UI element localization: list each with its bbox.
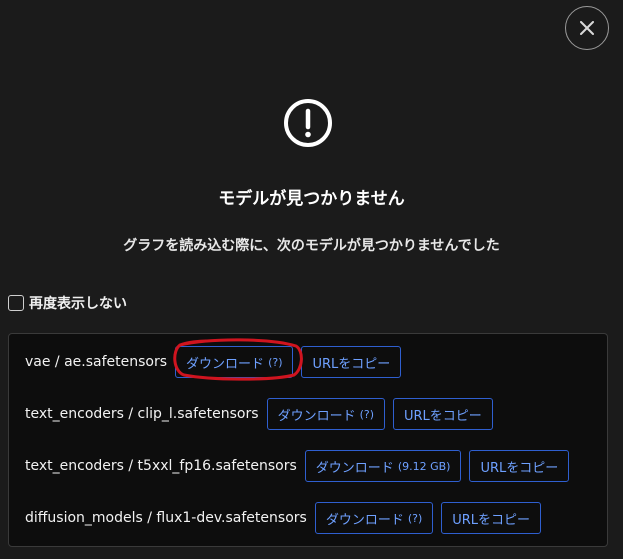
download-label: ダウンロード [325, 512, 404, 528]
download-size: (?) [407, 511, 423, 525]
dialog-subtitle: グラフを読み込む際に、次のモデルが見つかりませんでした [123, 238, 500, 254]
download-button[interactable]: ダウンロード (?) [175, 346, 294, 378]
close-button[interactable] [565, 6, 609, 50]
model-name: text_encoders / t5xxl_fp16.safetensors [25, 458, 297, 474]
dont-show-again-label: 再度表示しない [29, 296, 127, 312]
list-item: diffusion_models / flux1-dev.safetensors… [25, 502, 549, 534]
model-name: diffusion_models / flux1-dev.safetensors [25, 510, 307, 526]
download-button[interactable]: ダウンロード (9.12 GB) [304, 450, 462, 482]
missing-model-list: vae / ae.safetensors ダウンロード (?) URLをコピー … [8, 333, 608, 547]
exclamation-circle-icon [284, 99, 332, 147]
list-item: text_encoders / t5xxl_fp16.safetensors ダ… [25, 450, 577, 482]
close-icon [580, 21, 594, 35]
download-size: (?) [268, 355, 283, 369]
list-item: text_encoders / clip_l.safetensors ダウンロー… [25, 398, 501, 430]
dialog-title: モデルが見つかりません [218, 189, 405, 209]
download-label: ダウンロード [315, 460, 394, 476]
download-size: (9.12 GB) [397, 459, 451, 473]
download-label: ダウンロード [186, 356, 265, 372]
download-label: ダウンロード [277, 408, 356, 424]
download-button[interactable]: ダウンロード (?) [266, 398, 385, 430]
download-size: (?) [359, 407, 374, 421]
download-button[interactable]: ダウンロード (?) [314, 502, 434, 534]
list-item: vae / ae.safetensors ダウンロード (?) URLをコピー [25, 346, 409, 378]
copy-url-button[interactable]: URLをコピー [393, 398, 493, 430]
model-name: vae / ae.safetensors [25, 354, 168, 370]
missing-models-dialog: モデルが見つかりません グラフを読み込む際に、次のモデルが見つかりませんでした … [0, 0, 623, 559]
copy-url-button[interactable]: URLをコピー [301, 346, 402, 378]
checkbox-box[interactable] [8, 295, 24, 311]
dont-show-again-checkbox[interactable]: 再度表示しない [8, 293, 127, 313]
copy-url-button[interactable]: URLをコピー [469, 450, 570, 482]
copy-url-button[interactable]: URLをコピー [441, 502, 542, 534]
model-name: text_encoders / clip_l.safetensors [25, 406, 259, 422]
